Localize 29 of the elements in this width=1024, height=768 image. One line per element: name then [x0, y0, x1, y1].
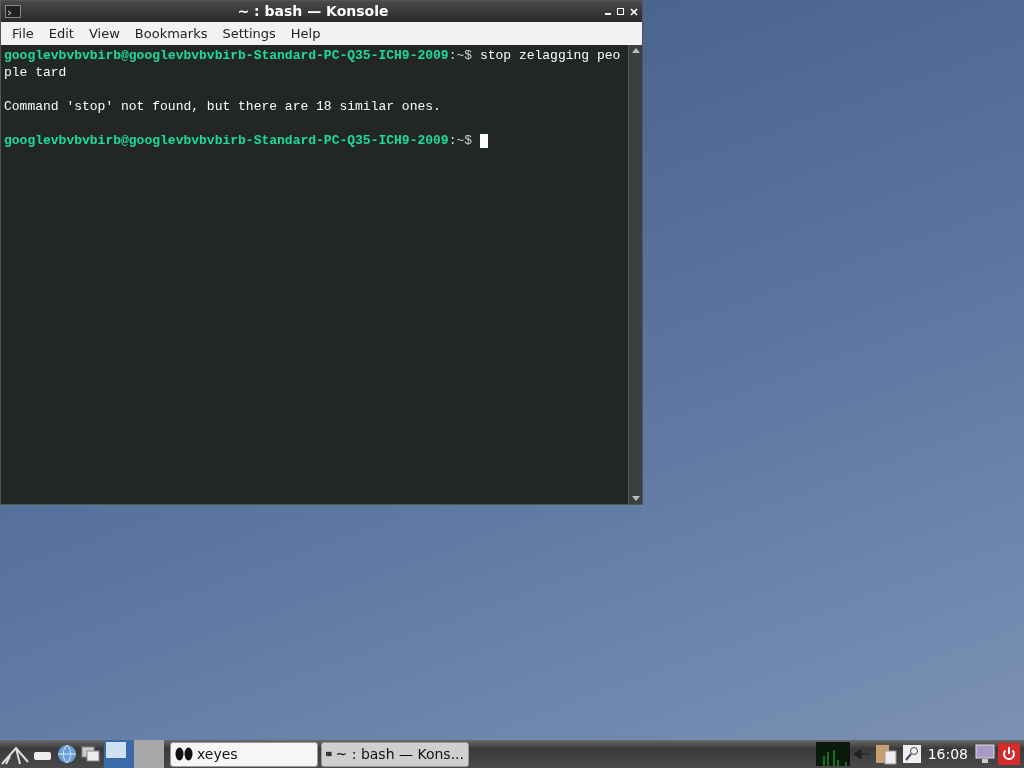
clock[interactable]: 16:08 — [923, 743, 972, 765]
taskbar-button[interactable]: ~ : bash — Kons... — [321, 741, 469, 767]
minimize-icon[interactable] — [605, 12, 611, 15]
monitor-icon[interactable] — [974, 743, 996, 765]
cpu-graph — [815, 742, 850, 766]
menu-item[interactable]: View — [81, 23, 127, 44]
scroll-down-icon[interactable] — [631, 496, 640, 501]
scroll-up-icon[interactable] — [631, 48, 640, 53]
clipboard-icon[interactable] — [873, 743, 900, 765]
terminal-line: googlevbvbvbirb@googlevbvbvbirb-Standard-PC-Q35-ICH9-2009:~$ stop zelagging people tard — [4, 47, 622, 81]
terminal-line: googlevbvbvbirb@googlevbvbvbirb-Standard-PC-Q35-ICH9-2009:~$ — [4, 132, 628, 149]
menu-item[interactable]: Help — [283, 23, 328, 44]
terminal-line: Command 'stop' not found, but there are 18 similar ones. — [4, 98, 442, 115]
close-icon[interactable] — [630, 7, 638, 16]
window-title: ~ : bash — Konsole — [236, 2, 390, 21]
menu-item[interactable]: Bookmarks — [127, 23, 215, 44]
workspace-button[interactable] — [104, 740, 134, 768]
terminal-icon — [5, 5, 21, 18]
scrollbar[interactable] — [628, 45, 642, 504]
globe-icon[interactable] — [56, 743, 78, 765]
eyes-icon — [175, 747, 193, 761]
power-icon[interactable] — [998, 743, 1020, 765]
menu-item[interactable]: Edit — [41, 23, 81, 44]
windows-icon[interactable] — [80, 744, 102, 764]
maximize-icon[interactable] — [617, 7, 624, 15]
search-icon[interactable] — [901, 744, 922, 764]
taskbar-button[interactable]: xeyes — [170, 741, 318, 767]
menu-item[interactable]: File — [5, 23, 41, 44]
menu-item[interactable]: Settings — [215, 23, 283, 44]
